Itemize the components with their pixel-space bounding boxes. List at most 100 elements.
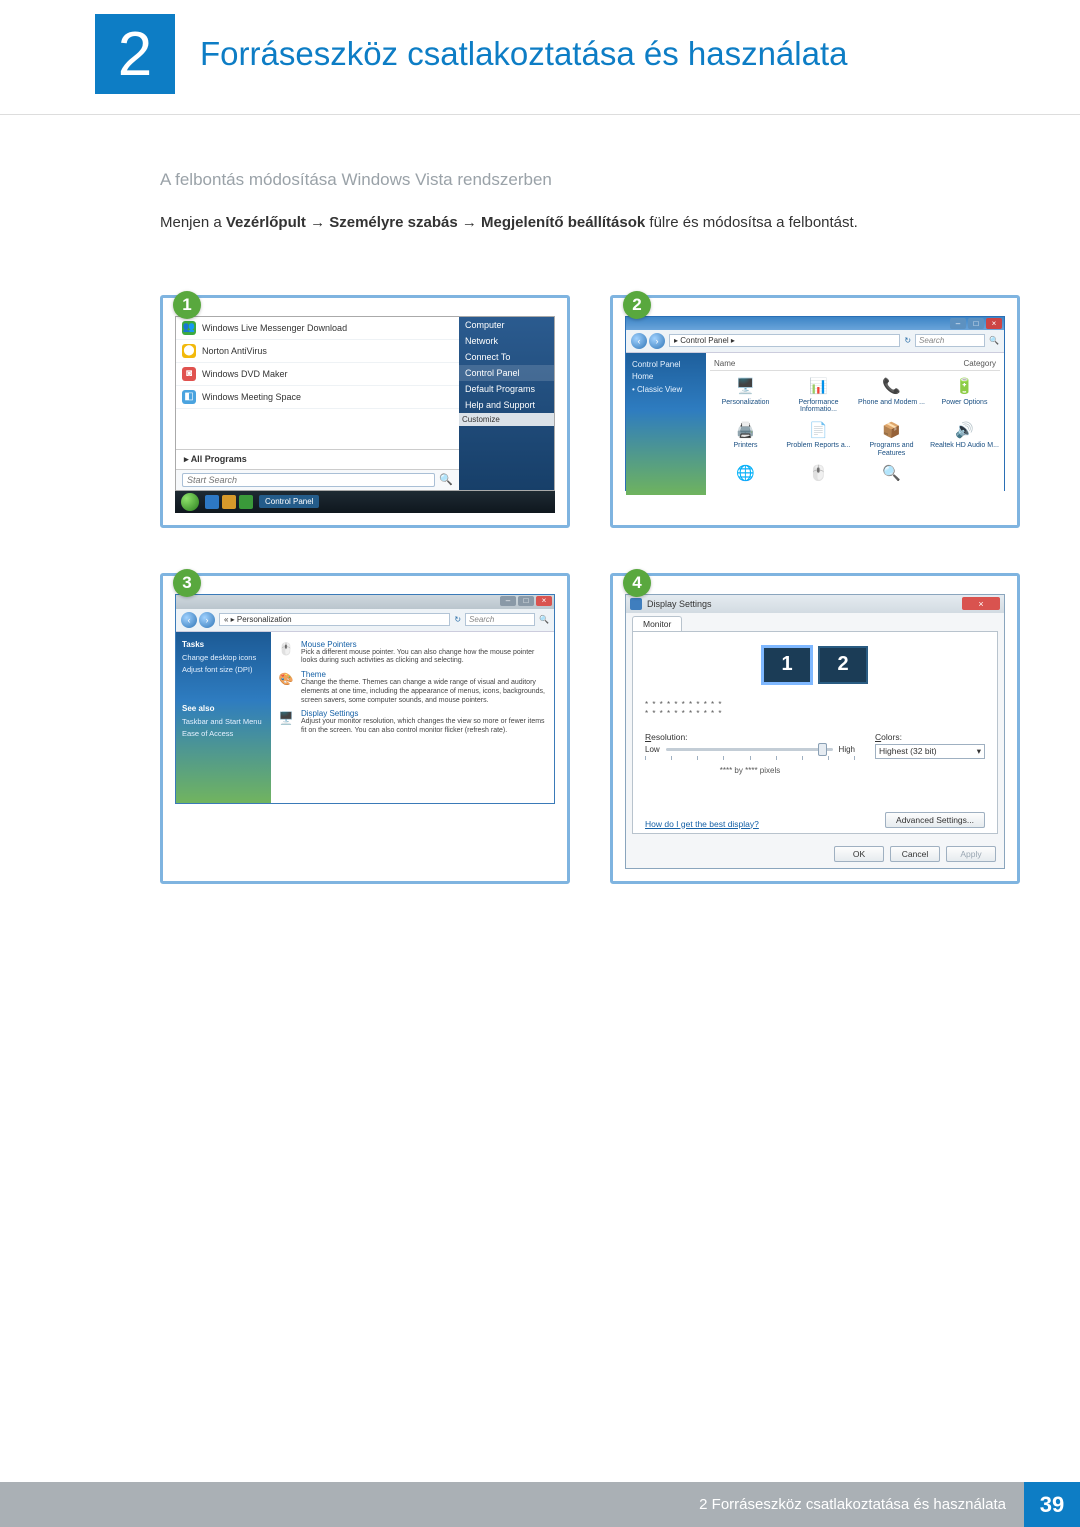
monitor-1[interactable]: 1: [762, 646, 812, 684]
quicklaunch: [205, 495, 253, 509]
personalization-item[interactable]: 🖱️Mouse PointersPick a different mouse p…: [277, 640, 548, 667]
page-number: 39: [1024, 1482, 1080, 1527]
cp-item-icon: 🔍: [880, 463, 904, 485]
control-panel-window: – □ × ‹› ▸ Control Panel ▸ ↻ Search 🔍 Co…: [625, 316, 1005, 491]
breadcrumb[interactable]: « ▸ Personalization: [219, 613, 450, 626]
control-panel-item[interactable]: 📊Performance Informatio...: [783, 375, 854, 416]
cancel-button[interactable]: Cancel: [890, 846, 940, 862]
maximize-icon[interactable]: □: [518, 596, 534, 606]
breadcrumb[interactable]: ▸ Control Panel ▸: [669, 334, 900, 347]
start-right-item[interactable]: Computer: [459, 317, 554, 333]
close-icon[interactable]: ×: [536, 596, 552, 606]
seealso-link[interactable]: Ease of Access: [182, 728, 265, 739]
seealso-heading: See also: [182, 703, 265, 715]
control-panel-item[interactable]: 🌐: [710, 461, 781, 487]
chapter-number-box: 2: [95, 14, 175, 94]
start-right-item[interactable]: Network: [459, 333, 554, 349]
refresh-icon[interactable]: ↻: [454, 615, 461, 624]
cp-item-icon: 🖥️: [734, 377, 758, 399]
apply-button[interactable]: Apply: [946, 846, 996, 862]
minimize-icon[interactable]: –: [950, 318, 966, 329]
start-orb-icon[interactable]: [181, 493, 199, 511]
start-menu-item[interactable]: ◧Windows Meeting Space: [176, 386, 459, 409]
control-panel-item[interactable]: [929, 461, 1000, 487]
taskbar: Control Panel: [175, 491, 555, 513]
control-panel-item[interactable]: 📞Phone and Modem ...: [856, 375, 927, 416]
search-input[interactable]: Search: [915, 334, 985, 347]
control-panel-item[interactable]: 🖨️Printers: [710, 418, 781, 459]
all-programs[interactable]: ▸ All Programs: [176, 449, 459, 469]
cp-item-icon: 📄: [807, 420, 831, 442]
control-panel-item[interactable]: 🖱️: [783, 461, 854, 487]
maximize-icon[interactable]: □: [968, 318, 984, 329]
media-icon[interactable]: [239, 495, 253, 509]
control-panel-item[interactable]: 🔊Realtek HD Audio M...: [929, 418, 1000, 459]
start-menu: 👥Windows Live Messenger Download⬤Norton …: [175, 316, 555, 491]
forward-icon[interactable]: ›: [199, 612, 215, 628]
app-label: Windows Live Messenger Download: [202, 323, 347, 333]
personalization-item[interactable]: 🎨ThemeChange the theme. Themes can chang…: [277, 670, 548, 705]
control-panel-item[interactable]: 🔍: [856, 461, 927, 487]
cp-item-icon: 🌐: [734, 463, 758, 485]
resolution-label: Resolution:: [645, 732, 855, 742]
close-icon[interactable]: ×: [962, 597, 1000, 610]
step-badge-1: 1: [173, 291, 201, 319]
control-panel-item[interactable]: 🖥️Personalization: [710, 375, 781, 416]
start-menu-item[interactable]: ⬤Norton AntiVirus: [176, 340, 459, 363]
section-heading: A felbontás módosítása Windows Vista ren…: [160, 170, 1020, 190]
start-menu-item[interactable]: 👥Windows Live Messenger Download: [176, 317, 459, 340]
back-icon[interactable]: ‹: [631, 333, 647, 349]
tasks-heading: Tasks: [182, 639, 265, 651]
task-link[interactable]: Adjust font size (DPI): [182, 664, 265, 675]
forward-icon[interactable]: ›: [649, 333, 665, 349]
colors-select[interactable]: Highest (32 bit)▾: [875, 744, 985, 759]
app-label: Windows Meeting Space: [202, 392, 301, 402]
start-right-item[interactable]: Connect To: [459, 349, 554, 365]
step-badge-3: 3: [173, 569, 201, 597]
taskbar-control-panel[interactable]: Control Panel: [259, 495, 319, 508]
refresh-icon[interactable]: ↻: [904, 336, 911, 345]
search-icon: 🔍: [439, 473, 453, 486]
cp-home-link[interactable]: Control Panel Home: [632, 359, 700, 385]
explorer-icon[interactable]: [222, 495, 236, 509]
cp-item-icon: [953, 463, 977, 485]
search-input[interactable]: Search: [465, 613, 535, 626]
start-search-input[interactable]: [182, 473, 435, 487]
ok-button[interactable]: OK: [834, 846, 884, 862]
cp-item-label: Phone and Modem ...: [858, 399, 925, 407]
item-icon: 🎨: [277, 670, 295, 688]
seealso-link[interactable]: Taskbar and Start Menu: [182, 716, 265, 727]
classic-view-link[interactable]: Classic View: [632, 384, 700, 397]
personalization-sidebar: Tasks Change desktop icons Adjust font s…: [176, 632, 271, 803]
start-right-item[interactable]: Help and Support: [459, 397, 554, 413]
control-panel-item[interactable]: 📦Programs and Features: [856, 418, 927, 459]
control-panel-sidebar: Control Panel Home Classic View: [626, 353, 706, 496]
back-icon[interactable]: ‹: [181, 612, 197, 628]
cp-item-icon: 📦: [880, 420, 904, 442]
monitor-2[interactable]: 2: [818, 646, 868, 684]
screenshot-4: 4 Display Settings × Monitor 1 2 * * * *…: [610, 573, 1020, 884]
start-right-item[interactable]: Control Panel: [459, 365, 554, 381]
ie-icon[interactable]: [205, 495, 219, 509]
resolution-slider[interactable]: Low High: [645, 745, 855, 754]
column-headers: NameCategory: [710, 357, 1000, 371]
start-search[interactable]: 🔍: [176, 469, 459, 490]
control-panel-item[interactable]: 📄Problem Reports a...: [783, 418, 854, 459]
app-label: Norton AntiVirus: [202, 346, 267, 356]
advanced-settings-button[interactable]: Advanced Settings...: [885, 812, 985, 828]
control-panel-item[interactable]: 🔋Power Options: [929, 375, 1000, 416]
personalization-item[interactable]: 🖥️Display SettingsAdjust your monitor re…: [277, 709, 548, 736]
app-label: Windows DVD Maker: [202, 369, 288, 379]
screenshot-grid: 1 👥Windows Live Messenger Download⬤Norto…: [160, 295, 1020, 884]
item-desc: Change the theme. Themes can change a wi…: [301, 679, 548, 705]
placeholder-text: * * * * * * * * * * * * * * * * * * * * …: [645, 700, 985, 718]
monitor-preview: 1 2: [762, 646, 868, 684]
close-icon[interactable]: ×: [986, 318, 1002, 329]
start-right-item[interactable]: Default Programs: [459, 381, 554, 397]
start-menu-item[interactable]: ◙Windows DVD Maker: [176, 363, 459, 386]
cp-item-label: Realtek HD Audio M...: [930, 442, 999, 450]
task-link[interactable]: Change desktop icons: [182, 652, 265, 663]
screenshot-3: 3 – □ × ‹› « ▸ Personalization ↻ Search …: [160, 573, 570, 884]
minimize-icon[interactable]: –: [500, 596, 516, 606]
tab-monitor[interactable]: Monitor: [632, 616, 682, 631]
